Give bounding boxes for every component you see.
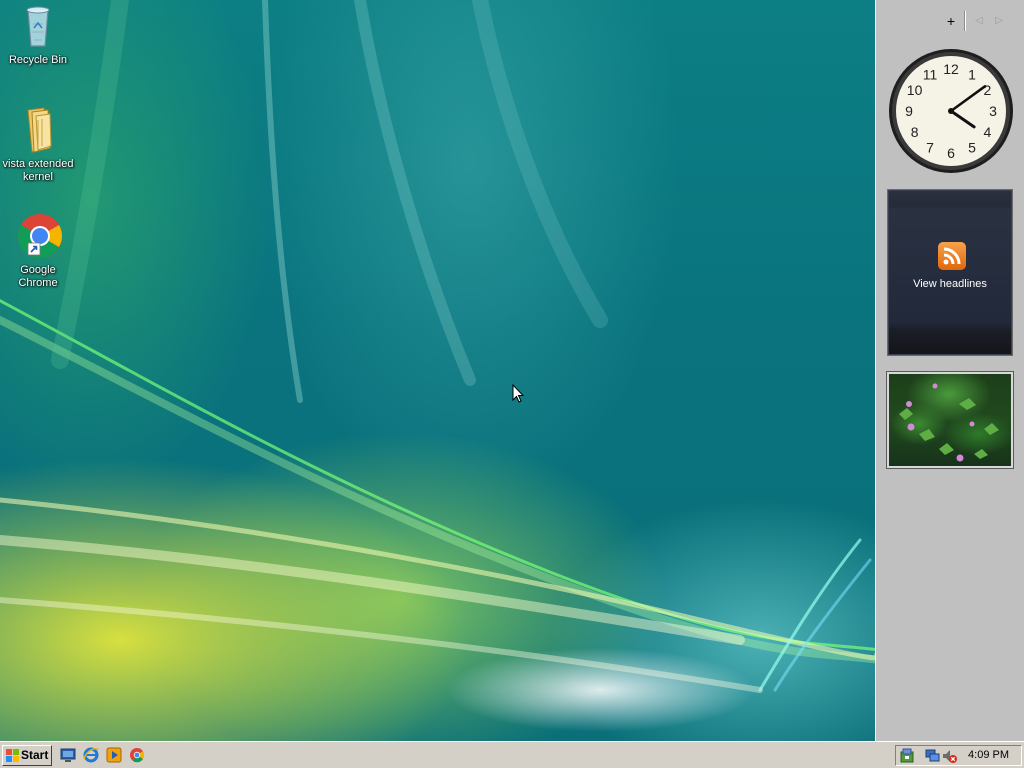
slideshow-photo [899,383,999,462]
previous-page-button[interactable]: ◁ [972,13,986,29]
recycle-bin-icon [14,2,62,50]
clock-numeral: 10 [907,82,923,98]
desktop[interactable]: Recycle Bin vista extended kernel Google… [0,0,875,741]
chrome-icon [14,212,62,260]
next-page-button[interactable]: ▷ [992,13,1006,29]
clock-numeral: 4 [984,124,992,140]
volume-muted-icon[interactable] [941,748,957,764]
show-desktop-icon[interactable] [60,747,76,763]
desktop-icon-vista-extended-kernel[interactable]: vista extended kernel [0,106,76,184]
internet-explorer-icon[interactable] [83,747,99,763]
desktop-icon-recycle-bin[interactable]: Recycle Bin [0,2,76,67]
slideshow-gadget[interactable] [886,371,1014,469]
system-tray: 4:09 PM [895,745,1022,766]
clock-numeral: 9 [905,103,913,119]
folder-icon [14,106,62,154]
wallpaper-streaks [0,0,875,693]
clock-numeral: 5 [968,139,976,155]
google-chrome-label: Google Chrome [18,264,58,289]
clock-numeral: 1 [968,67,976,83]
clock-gadget[interactable]: 12 12 3 45678 9 1011 [887,47,1015,175]
clock-numeral: 8 [911,124,919,140]
windows-sidebar: + ◁ ▷ 12 1 2 3 4 5 6 7 8 9 10 11 View headlines [875,0,1024,741]
controls-divider [964,11,966,31]
media-player-icon[interactable] [106,747,122,763]
rss-icon [938,242,966,270]
recycle-bin-label: Recycle Bin [8,54,68,66]
clock-numeral: 11 [923,67,938,83]
mouse-cursor-icon [512,384,524,403]
feed-headlines-gadget[interactable]: View headlines [887,189,1013,356]
clock-numeral: 12 [943,61,959,77]
chrome-quick-launch-icon[interactable] [129,747,145,763]
clock-numeral: 6 [947,145,955,161]
clock-numeral: 7 [926,139,934,155]
windows-logo-icon [6,749,19,762]
network-icon[interactable] [925,748,941,764]
clock-time[interactable]: 4:09 PM [968,749,1009,761]
sidebar-controls: + ◁ ▷ [944,11,1006,31]
view-headlines-link[interactable]: View headlines [888,278,1012,290]
start-button[interactable]: Start [2,745,52,766]
taskbar: Start 4:09 PM [0,741,1024,768]
vista-extended-kernel-label: vista extended kernel [2,158,74,183]
add-gadget-button[interactable]: + [944,13,958,29]
clock-numeral: 3 [989,103,997,119]
start-label: Start [21,748,49,762]
clock-numeral: 2 [984,82,992,98]
desktop-icon-google-chrome[interactable]: Google Chrome [0,212,76,290]
tray-app-icon[interactable] [899,748,915,764]
